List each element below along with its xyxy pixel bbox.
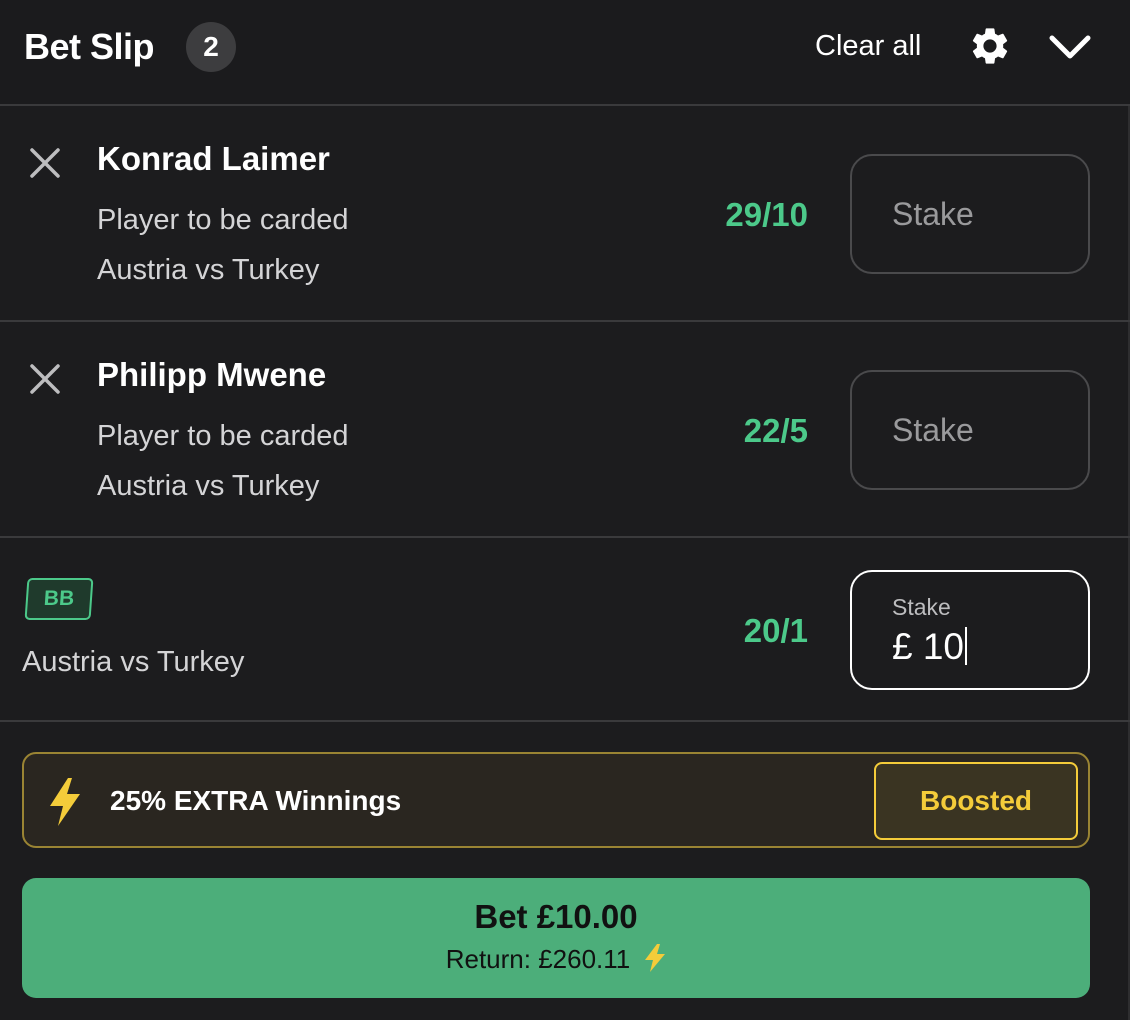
close-icon[interactable] [28,362,62,396]
selection-odds: 22/5 [743,412,808,449]
bet-amount-label: Bet £10.00 [474,898,638,935]
boost-text: 25% EXTRA Winnings [110,785,402,816]
stake-label: Stake [892,594,951,620]
stake-input[interactable]: Stake [850,370,1090,490]
stake-value-text: £ 10 [892,626,965,667]
stake-placeholder: Stake [892,196,974,232]
bet-builder-event: Austria vs Turkey [22,646,245,678]
bet-slip-panel: Bet Slip 2 Clear all Konrad Laimer Playe… [0,0,1130,1020]
selection-event: Austria vs Turkey [97,254,320,286]
bet-builder-badge: BB [24,578,94,620]
selection-name: Philipp Mwene [97,356,327,393]
stake-value: £ 10 [892,626,968,668]
return-text: Return: £260.11 [445,944,631,974]
bet-slip-header: Bet Slip 2 Clear all [0,0,1130,106]
bet-builder-odds: 20/1 [743,612,808,649]
close-icon[interactable] [28,146,62,180]
selection-row: Konrad Laimer Player to be carded Austri… [0,106,1130,322]
bet-builder-row: BB Austria vs Turkey 20/1 Stake £ 10 [0,538,1130,722]
chevron-down-icon[interactable] [1046,26,1094,70]
lightning-bolt-icon [645,944,666,972]
text-cursor [965,627,968,665]
selection-market: Player to be carded [97,420,349,452]
boost-banner: 25% EXTRA Winnings Boosted [22,752,1090,848]
stake-placeholder: Stake [892,412,974,448]
selection-name: Konrad Laimer [97,140,330,177]
lightning-bolt-icon [50,778,80,826]
bet-slip-title: Bet Slip [24,26,155,67]
gear-icon[interactable] [968,24,1012,68]
place-bet-button[interactable]: Bet £10.00 Return: £260.11 [22,878,1090,998]
stake-input[interactable]: Stake [850,154,1090,274]
selection-event: Austria vs Turkey [97,470,320,502]
selection-row: Philipp Mwene Player to be carded Austri… [0,322,1130,538]
return-line: Return: £260.11 [22,944,1090,975]
boosted-button[interactable]: Boosted [874,762,1078,840]
selection-count-badge: 2 [186,22,236,72]
stake-input[interactable]: Stake £ 10 [850,570,1090,690]
selection-market: Player to be carded [97,204,349,236]
clear-all-button[interactable]: Clear all [815,30,921,63]
selection-odds: 29/10 [725,196,808,233]
